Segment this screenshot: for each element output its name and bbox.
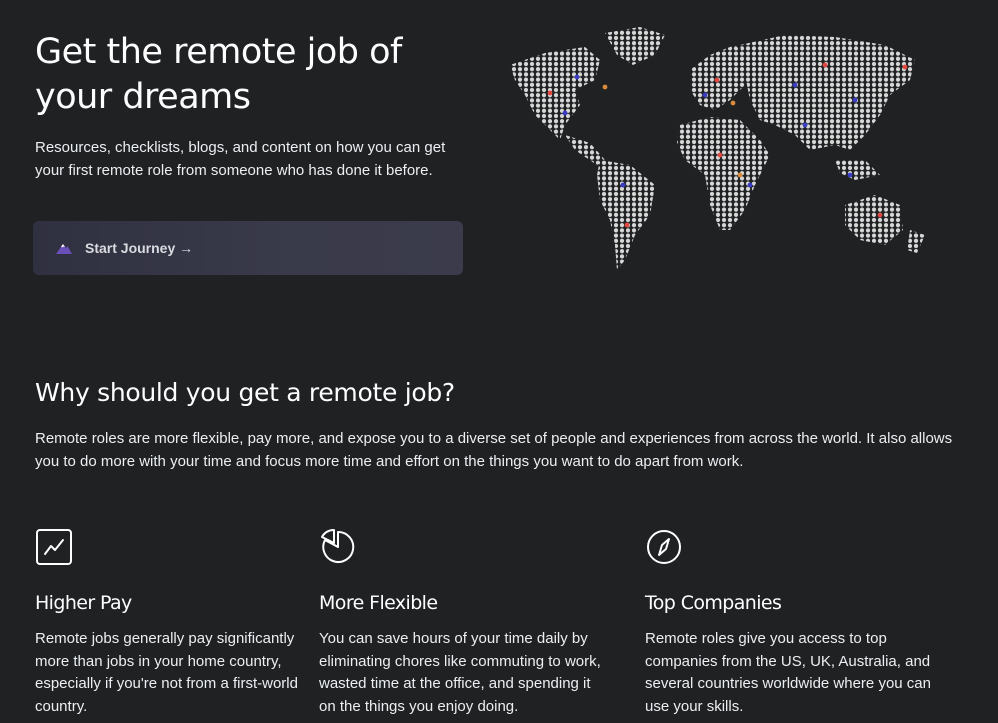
hero-subtitle: Resources, checklists, blogs, and conten… [35, 139, 446, 179]
feature-more-flexible: More Flexible You can save hours of your… [319, 528, 619, 715]
feature-top-companies: Top Companies Remote roles give you acce… [645, 528, 945, 715]
pie-chart-icon [319, 528, 357, 566]
mountain-icon [55, 241, 73, 255]
feature-title: More Flexible [319, 592, 438, 614]
feature-title: Higher Pay [35, 592, 132, 614]
feature-text: Remote jobs generally pay significantly … [35, 630, 298, 715]
hero-title: Get the remote job of your dreams [35, 32, 402, 117]
why-title: Why should you get a remote job? [35, 378, 455, 407]
feature-text: You can save hours of your time daily by… [319, 630, 601, 715]
start-journey-button[interactable]: Start Journey → [33, 221, 463, 275]
compass-icon [645, 528, 683, 566]
start-journey-label: Start Journey → [85, 240, 194, 256]
world-map [510, 27, 925, 270]
feature-text: Remote roles give you access to top comp… [645, 630, 931, 715]
feature-higher-pay: Higher Pay Remote jobs generally pay sig… [35, 528, 335, 715]
why-body: Remote roles are more flexible, pay more… [35, 430, 953, 470]
trending-chart-icon [35, 528, 73, 566]
feature-title: Top Companies [645, 592, 782, 614]
